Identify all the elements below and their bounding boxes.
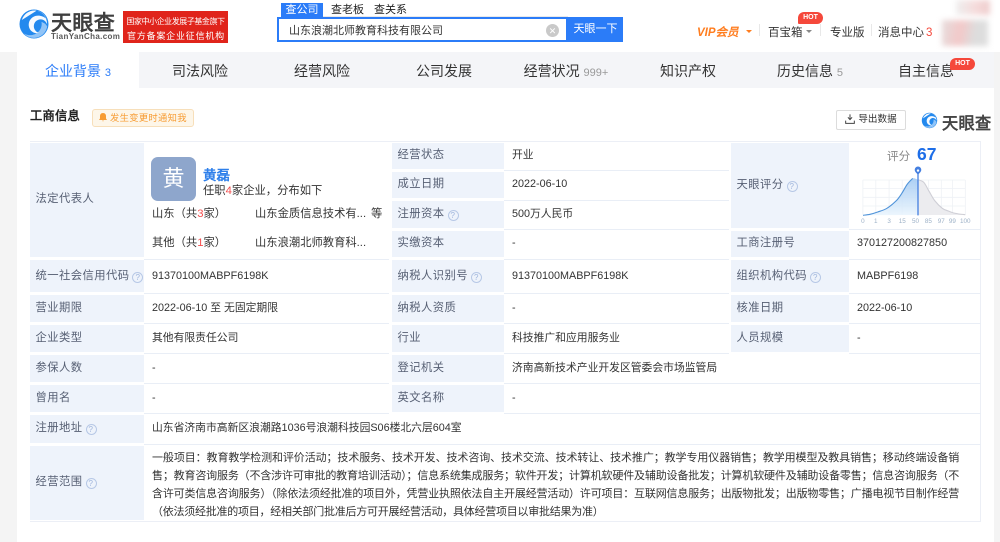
svg-text:0: 0 <box>861 218 865 225</box>
svg-text:99: 99 <box>949 218 957 225</box>
svg-text:100: 100 <box>960 218 971 225</box>
svg-text:97: 97 <box>938 218 946 225</box>
svg-text:85: 85 <box>925 218 933 225</box>
svg-text:1: 1 <box>874 218 878 225</box>
svg-text:15: 15 <box>899 218 907 225</box>
svg-text:3: 3 <box>887 218 891 225</box>
svg-text:50: 50 <box>912 218 920 225</box>
